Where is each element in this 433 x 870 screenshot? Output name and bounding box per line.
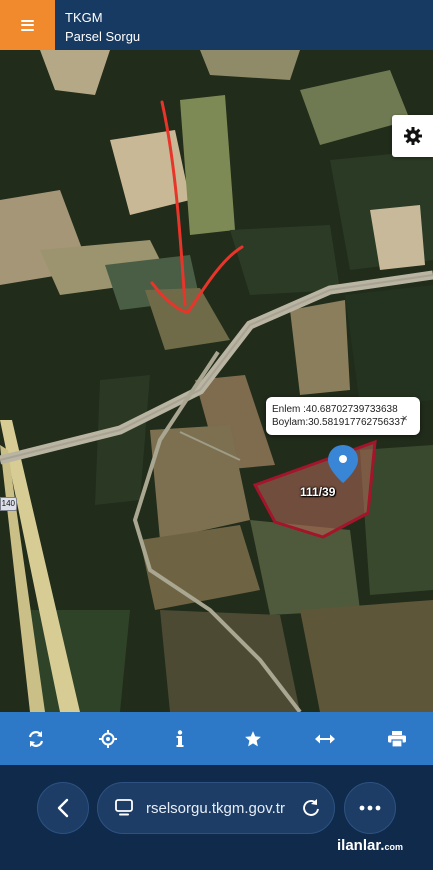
back-button[interactable] — [37, 782, 89, 834]
close-icon[interactable]: ✕ — [401, 412, 408, 425]
hamburger-menu-icon — [21, 19, 34, 31]
url-text: rselsorgu.tkgm.gov.tr — [146, 800, 285, 817]
road-number-sign: 140 — [0, 497, 17, 511]
settings-button[interactable] — [392, 115, 433, 157]
star-icon — [244, 730, 261, 746]
watermark-suffix: com — [384, 842, 404, 852]
more-dots-icon — [359, 805, 381, 811]
map-view[interactable]: Enlem :40.68702739733638 Boylam:30.58191… — [0, 50, 433, 712]
refresh-button[interactable] — [16, 719, 56, 759]
app-header: TKGM Parsel Sorgu — [0, 0, 433, 50]
more-options-button[interactable] — [344, 782, 396, 834]
locate-button[interactable] — [88, 719, 128, 759]
app-title: TKGM — [65, 10, 103, 25]
measure-icon — [314, 734, 335, 743]
locate-icon — [99, 729, 118, 748]
print-button[interactable] — [377, 719, 417, 759]
title-block: TKGM Parsel Sorgu — [65, 10, 140, 45]
parcel-label: 111/39 — [300, 485, 336, 499]
measure-button[interactable] — [305, 719, 345, 759]
browser-bar: rselsorgu.tkgm.gov.tr ilanlar.com — [0, 765, 433, 870]
favorite-button[interactable] — [233, 719, 273, 759]
satellite-imagery — [0, 50, 433, 712]
gear-icon — [403, 127, 422, 145]
coordinate-popup: Enlem :40.68702739733638 Boylam:30.58191… — [266, 397, 420, 435]
watermark-logo: ilanlar.com — [337, 837, 403, 854]
reload-icon[interactable] — [301, 798, 321, 818]
app-subtitle: Parsel Sorgu — [65, 29, 141, 44]
menu-button[interactable] — [0, 0, 55, 50]
longitude-text: Boylam:30.581917762756337 — [272, 417, 406, 428]
address-bar[interactable]: rselsorgu.tkgm.gov.tr — [97, 782, 335, 834]
refresh-icon — [28, 730, 44, 747]
page-menu-icon — [115, 799, 133, 816]
watermark-main: ilanlar. — [337, 837, 385, 854]
info-button[interactable] — [160, 719, 200, 759]
chevron-left-icon — [57, 798, 69, 818]
print-icon — [387, 730, 406, 747]
map-toolbar — [0, 712, 433, 765]
info-icon — [176, 729, 184, 747]
latitude-text: Enlem :40.68702739733638 — [272, 404, 398, 415]
